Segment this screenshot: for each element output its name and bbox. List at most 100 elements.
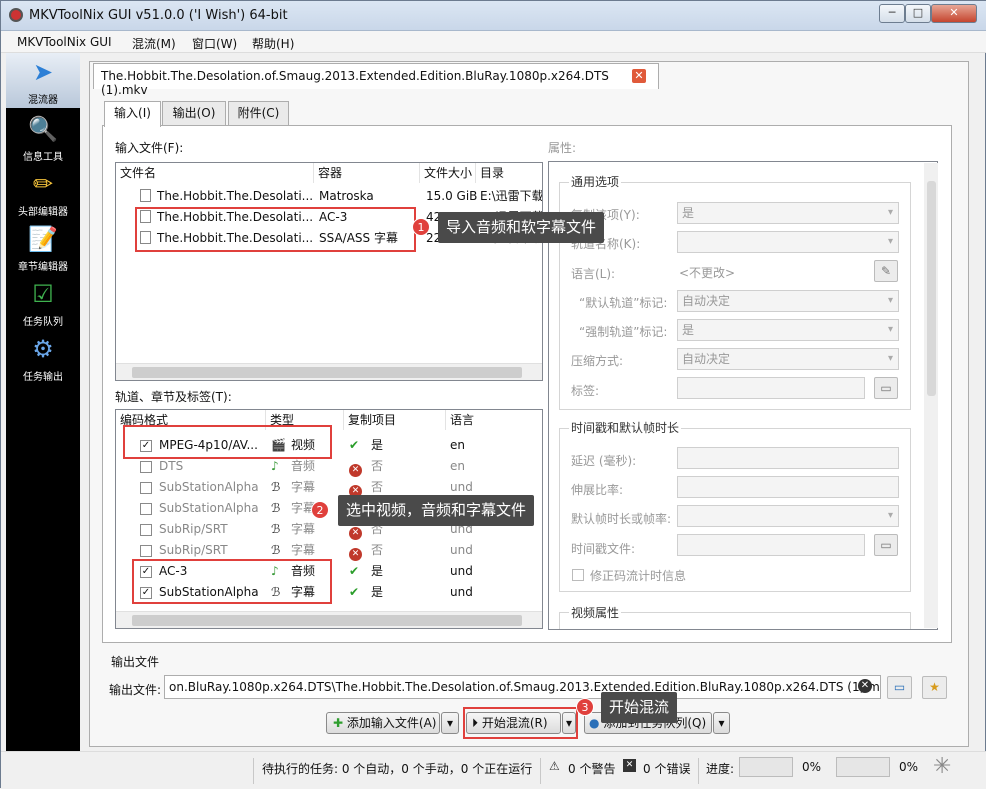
track-name-select[interactable] [677, 231, 899, 253]
tab-mux-file[interactable]: The.Hobbit.The.Desolation.of.Smaug.2013.… [93, 63, 659, 97]
scroll-thumb[interactable] [927, 181, 936, 396]
track-row[interactable]: DTS ♪ 音频 ✕ 否 en [116, 456, 542, 477]
highlight-box [463, 707, 578, 739]
fps-select[interactable] [677, 505, 899, 527]
maximize-button[interactable]: □ [905, 4, 931, 23]
column-header[interactable]: 目录 [476, 163, 542, 183]
window-title: MKVToolNix GUI v51.0.0 ('I Wish') 64-bit [29, 8, 288, 23]
title-bar: MKVToolNix GUI v51.0.0 ('I Wish') 64-bit… [1, 1, 986, 31]
recent-folders-button[interactable]: ★ [922, 676, 947, 699]
input-files-table: 文件名 容器 文件大小 目录 The.Hobbit.The.Desolati..… [115, 162, 543, 381]
output-file-input[interactable]: on.BluRay.1080p.x264.DTS\The.Hobbit.The.… [164, 675, 881, 699]
column-header[interactable]: 文件大小 [420, 163, 476, 183]
tab-output[interactable]: 输出(O) [162, 101, 226, 126]
subtitle-icon: ℬ [271, 480, 281, 494]
group-title: 时间戳和默认帧时长 [569, 419, 682, 436]
scroll-thumb[interactable] [132, 367, 522, 378]
warnings-count[interactable]: 0 个警告 [568, 760, 615, 777]
timestamp-file-input[interactable] [677, 534, 865, 556]
menu-mkvtoolnix[interactable]: MKVToolNix GUI [17, 35, 112, 49]
minimize-button[interactable]: ─ [879, 4, 905, 23]
tracks-label: 轨道、章节及标签(T): [115, 390, 232, 404]
menu-help[interactable]: 帮助(H) [252, 35, 294, 52]
tags-field[interactable] [677, 377, 865, 399]
column-header[interactable]: 容器 [314, 163, 420, 183]
errors-count[interactable]: 0 个错误 [643, 760, 690, 777]
track-checkbox[interactable] [140, 503, 152, 515]
sidebar-item-job-queue[interactable]: ☑ 任务队列 [6, 275, 80, 330]
group-title: 视频属性 [569, 604, 622, 621]
audio-icon: ♪ [271, 459, 279, 473]
track-checkbox[interactable] [140, 461, 152, 473]
sidebar-item-job-output[interactable]: ⚙ 任务输出 [6, 330, 80, 385]
copy-track-select[interactable]: 是 [677, 202, 899, 224]
column-header[interactable]: 文件名 [116, 163, 314, 183]
clear-icon[interactable]: ✕ [858, 679, 872, 693]
tab-input[interactable]: 输入(I) [104, 101, 161, 127]
browse-tags-button[interactable]: ▭ [874, 377, 898, 399]
sidebar: ➤ 混流器 🔍 信息工具 ✏ 头部编辑器 📝 章节编辑器 ☑ 任务队列 ⚙ 任务… [6, 53, 80, 778]
track-checkbox[interactable] [140, 545, 152, 557]
browse-timestamp-button[interactable]: ▭ [874, 534, 898, 556]
stretch-input[interactable] [677, 476, 899, 498]
tab-attachments[interactable]: 附件(C) [228, 101, 289, 126]
browse-output-button[interactable]: ▭ [887, 676, 912, 699]
properties-panel: 通用选项 复制该项(Y): 是 轨道名称(K): 语言(L): <不更改> ✎ … [548, 161, 938, 630]
add-queue-dropdown[interactable]: ▾ [713, 712, 730, 734]
callout-select-tracks: 选中视频，音频和字幕文件 [338, 495, 535, 526]
track-checkbox[interactable] [140, 524, 152, 536]
subtitle-icon: ℬ [271, 522, 281, 536]
close-tab-icon[interactable]: ✕ [632, 69, 646, 83]
track-row[interactable]: SubRip/SRT ℬ 字幕 ✕ 否 und [116, 540, 542, 561]
horizontal-scrollbar[interactable] [116, 363, 542, 380]
output-section-label: 输出文件 [111, 655, 160, 669]
column-header[interactable]: 语言 [446, 410, 542, 430]
sidebar-item-info-tool[interactable]: 🔍 信息工具 [6, 110, 80, 165]
horizontal-scrollbar[interactable] [116, 611, 542, 628]
menu-window[interactable]: 窗口(W) [192, 35, 237, 52]
sidebar-item-multiplexer[interactable]: ➤ 混流器 [6, 53, 80, 108]
callout-number: 1 [412, 218, 430, 236]
multiplexer-icon: ➤ [32, 58, 54, 86]
menu-bar: MKVToolNix GUI 混流(M) 窗口(W) 帮助(H) [1, 31, 986, 53]
sidebar-item-header-editor[interactable]: ✏ 头部编辑器 [6, 165, 80, 220]
add-input-files-button[interactable]: ✚ 添加输入文件(A) [326, 712, 440, 734]
queue-icon: ● [589, 716, 600, 730]
close-button[interactable]: ✕ [931, 4, 977, 23]
group-title: 通用选项 [569, 173, 622, 190]
default-flag-select[interactable]: 自动决定 [677, 290, 899, 312]
highlight-box [123, 425, 332, 459]
warning-icon: ⚠ [549, 759, 560, 773]
callout-import: 导入音频和软字幕文件 [438, 212, 605, 243]
table-row[interactable]: The.Hobbit.The.Desolati... Matroska 15.0… [116, 186, 542, 207]
track-checkbox[interactable] [140, 482, 152, 494]
notepad-icon: 📝 [28, 225, 58, 253]
add-input-dropdown[interactable]: ▾ [441, 712, 459, 734]
subtitle-icon: ℬ [271, 501, 281, 515]
status-bar: 待执行的任务: 0 个自动，0 个手动，0 个正在运行 ⚠ 0 个警告 ✕ 0 … [1, 751, 986, 789]
properties-scrollbar[interactable] [924, 163, 938, 628]
output-file-label: 输出文件: [109, 683, 162, 697]
callout-number: 2 [311, 501, 329, 519]
gear-icon: ⚙ [32, 335, 54, 363]
menu-mux[interactable]: 混流(M) [132, 35, 176, 52]
progress-bar-current [739, 757, 793, 777]
scroll-thumb[interactable] [132, 615, 522, 626]
pencil-icon: ✏ [32, 170, 54, 198]
language-value: <不更改> [679, 266, 736, 280]
error-icon: ✕ [623, 759, 636, 772]
progress-bar-total [836, 757, 890, 777]
sidebar-item-chapter-editor[interactable]: 📝 章节编辑器 [6, 220, 80, 275]
column-header[interactable]: 复制项目 [344, 410, 446, 430]
checklist-icon: ☑ [32, 280, 54, 308]
progress-label: 进度: [706, 762, 735, 776]
no-icon: ✕ [349, 456, 365, 477]
compression-select[interactable]: 自动决定 [677, 348, 899, 370]
check-icon: ✔ [349, 564, 360, 578]
forced-flag-select[interactable]: 是 [677, 319, 899, 341]
delay-input[interactable] [677, 447, 899, 469]
input-files-label: 输入文件(F): [115, 141, 184, 155]
fix-bitstream-checkbox[interactable] [572, 569, 584, 581]
subtitle-icon: ℬ [271, 543, 281, 557]
edit-language-button[interactable]: ✎ [874, 260, 898, 282]
